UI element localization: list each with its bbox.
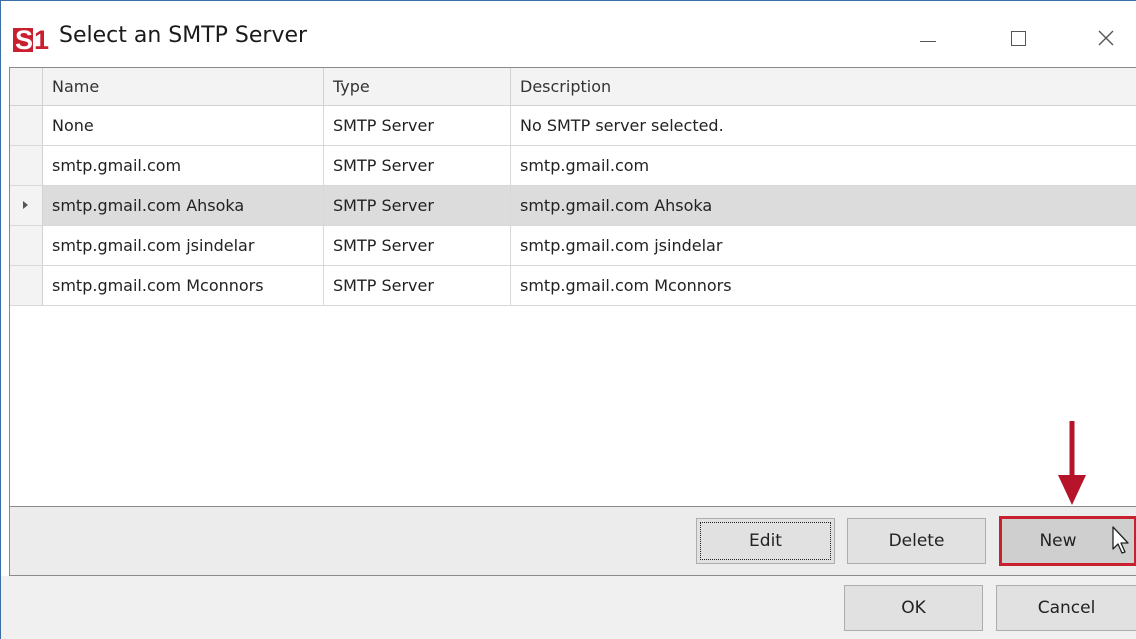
maximize-button[interactable] [993,21,1043,55]
table-row[interactable]: smtp.gmail.com Mconnors SMTP Server smtp… [10,266,1136,306]
new-button-label: New [1039,531,1077,551]
cell-description: smtp.gmail.com Mconnors [520,276,732,295]
minimize-button[interactable] [903,21,953,55]
s1-logo-icon: S 1 [13,25,49,55]
delete-button[interactable]: Delete [847,518,986,564]
ok-button-label: OK [901,598,926,618]
cell-type: SMTP Server [324,186,511,225]
smtp-server-grid: Name Type Description None SMTP Server N… [9,67,1136,506]
focus-rectangle [700,522,831,560]
delete-button-label: Delete [888,531,945,551]
row-indicator [10,106,43,145]
cell-description: No SMTP server selected. [520,116,724,135]
maximize-icon [1010,30,1026,46]
table-row-selected[interactable]: smtp.gmail.com Ahsoka SMTP Server smtp.g… [10,186,1136,226]
grid-header: Name Type Description [10,68,1136,106]
window-title: Select an SMTP Server [59,23,308,48]
column-header-name[interactable]: Name [43,68,324,105]
row-indicator [10,146,43,185]
close-button[interactable] [1081,21,1131,55]
cell-name: smtp.gmail.com Mconnors [43,266,324,305]
cell-description: smtp.gmail.com Ahsoka [520,196,713,215]
cell-name: None [43,106,324,145]
ok-button[interactable]: OK [844,585,983,631]
column-header-description[interactable]: Description [511,68,1136,105]
minimize-icon [920,40,936,42]
smtp-server-dialog: S 1 Select an SMTP Server Name Type Desc… [0,0,1136,639]
table-row[interactable]: smtp.gmail.com jsindelar SMTP Server smt… [10,226,1136,266]
cancel-button-label: Cancel [1037,598,1096,618]
cancel-button[interactable]: Cancel [996,585,1136,631]
cell-name: smtp.gmail.com jsindelar [43,226,324,265]
mouse-cursor-icon [1112,526,1129,554]
table-row[interactable]: None SMTP Server No SMTP server selected… [10,106,1136,146]
close-icon [1098,30,1114,46]
cell-description: smtp.gmail.com [520,156,650,175]
cell-name: smtp.gmail.com Ahsoka [43,186,324,225]
table-row[interactable]: smtp.gmail.com SMTP Server smtp.gmail.co… [10,146,1136,186]
row-indicator-header [10,68,43,105]
cell-name: smtp.gmail.com [43,146,324,185]
column-header-type[interactable]: Type [324,68,511,105]
cell-description: smtp.gmail.com jsindelar [520,236,723,255]
down-arrow-annotation-icon [1058,421,1086,505]
row-indicator [10,226,43,265]
title-bar: S 1 Select an SMTP Server [1,1,1136,67]
cell-type: SMTP Server [324,226,511,265]
edit-button[interactable]: Edit [696,518,835,564]
row-indicator [10,186,43,225]
cell-type: SMTP Server [324,146,511,185]
row-indicator-arrow-icon [23,201,28,209]
row-indicator [10,266,43,305]
cell-type: SMTP Server [324,266,511,305]
cell-type: SMTP Server [324,106,511,145]
